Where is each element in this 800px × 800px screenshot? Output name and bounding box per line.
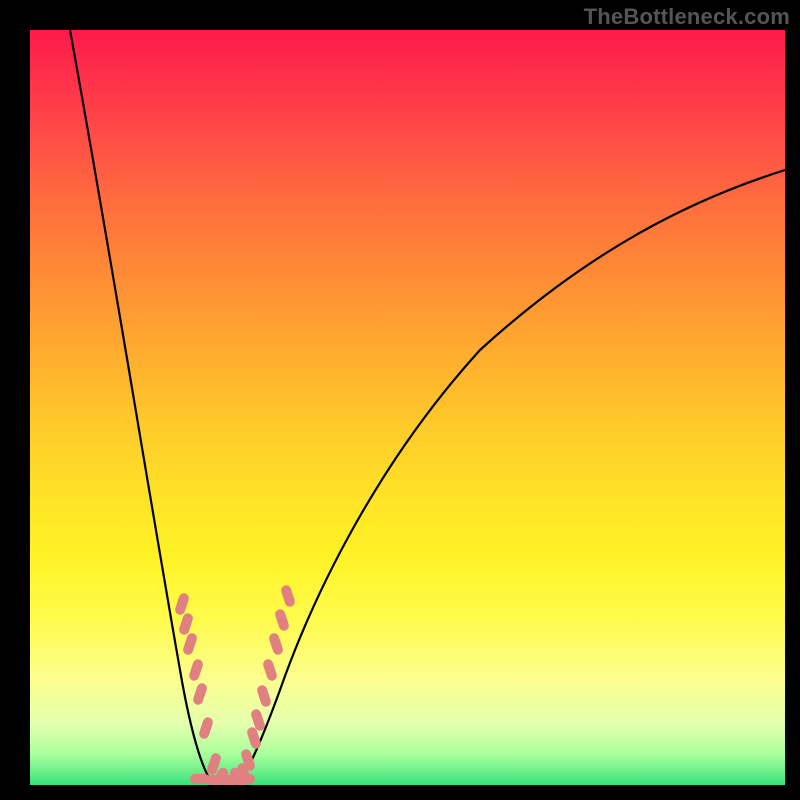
curve-svg <box>30 30 785 785</box>
marker-group-right <box>228 584 296 785</box>
plot-area <box>30 30 785 785</box>
chart-container: TheBottleneck.com <box>0 0 800 800</box>
watermark-text: TheBottleneck.com <box>584 4 790 30</box>
curve-right-branch <box>235 170 785 785</box>
